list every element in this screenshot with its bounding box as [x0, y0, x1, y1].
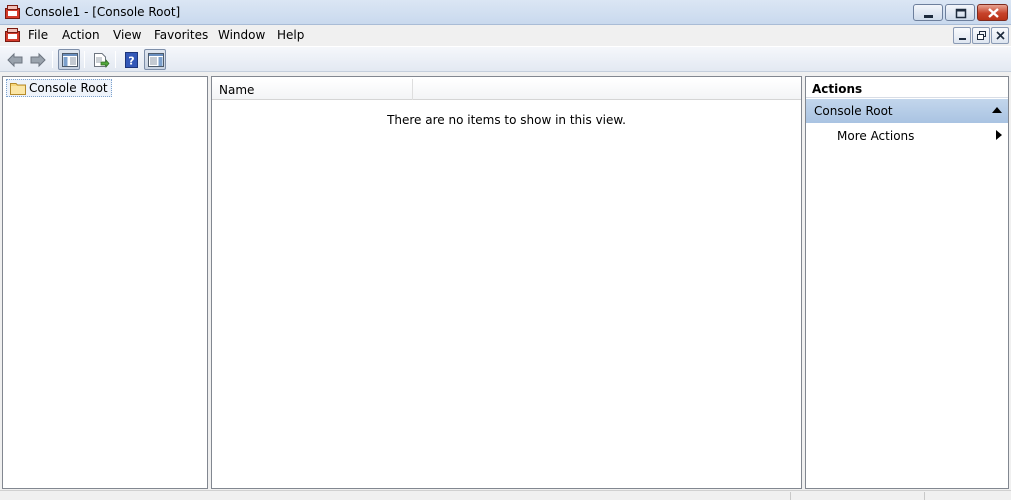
back-icon	[7, 52, 23, 68]
toolbar-separator	[115, 51, 116, 68]
actions-group-header[interactable]: Console Root	[806, 99, 1008, 123]
toolbar-separator	[52, 51, 53, 68]
minimize-icon	[924, 15, 933, 18]
restore-icon	[977, 31, 986, 40]
show-hide-tree-icon	[62, 53, 78, 67]
close-icon	[988, 8, 999, 18]
menu-window[interactable]: Window	[218, 28, 265, 42]
show-hide-action-pane-icon	[148, 53, 164, 67]
tree-node-label: Console Root	[29, 81, 108, 95]
minimize-icon	[959, 38, 966, 40]
collapse-up-icon[interactable]	[992, 107, 1002, 113]
actions-pane: Actions Console Root More Actions	[805, 76, 1009, 489]
actions-group-label: Console Root	[814, 104, 893, 118]
mdi-restore-button[interactable]	[972, 27, 990, 44]
status-divider	[790, 492, 791, 500]
title-bar[interactable]: Console1 - [Console Root]	[0, 0, 1011, 25]
help-button[interactable]: ?	[120, 49, 142, 70]
menu-favorites[interactable]: Favorites	[154, 28, 208, 42]
mdi-minimize-button[interactable]	[953, 27, 971, 44]
menu-view[interactable]: View	[113, 28, 141, 42]
action-more-actions[interactable]: More Actions	[837, 129, 914, 143]
maximize-button[interactable]	[945, 4, 975, 21]
menu-file[interactable]: File	[28, 28, 48, 42]
tree-node-console-root[interactable]: Console Root	[6, 79, 112, 97]
empty-view-message: There are no items to show in this view.	[387, 113, 626, 127]
mmc-app-icon	[5, 5, 20, 19]
svg-text:?: ?	[128, 55, 134, 68]
close-button[interactable]	[977, 4, 1008, 21]
toolbar: ?	[0, 46, 1011, 72]
submenu-arrow-icon	[996, 130, 1002, 140]
export-list-icon	[94, 53, 110, 68]
back-button[interactable]	[3, 49, 25, 70]
close-icon	[996, 31, 1005, 40]
console-tree-pane[interactable]: Console Root	[2, 76, 208, 489]
menu-bar: File Action View Favorites Window Help	[0, 25, 1011, 46]
toolbar-separator	[84, 51, 85, 68]
show-hide-tree-button[interactable]	[58, 49, 80, 70]
window-title: Console1 - [Console Root]	[25, 5, 181, 19]
minimize-button[interactable]	[913, 4, 943, 21]
forward-button[interactable]	[26, 49, 48, 70]
forward-icon	[30, 52, 46, 68]
menu-help[interactable]: Help	[277, 28, 304, 42]
document-icon[interactable]	[5, 28, 20, 42]
column-header-name[interactable]: Name	[212, 79, 413, 100]
result-list-pane[interactable]: Name There are no items to show in this …	[211, 76, 802, 489]
show-hide-action-pane-button[interactable]	[144, 49, 166, 70]
status-divider	[924, 492, 925, 500]
folder-icon	[10, 83, 26, 95]
menu-action[interactable]: Action	[62, 28, 100, 42]
status-bar	[0, 490, 1011, 500]
restore-icon	[955, 8, 967, 19]
help-icon: ?	[125, 52, 138, 68]
actions-pane-title: Actions	[806, 78, 1008, 98]
export-list-button[interactable]	[89, 49, 111, 70]
list-column-header: Name	[212, 79, 801, 100]
mdi-close-button[interactable]	[991, 27, 1009, 44]
